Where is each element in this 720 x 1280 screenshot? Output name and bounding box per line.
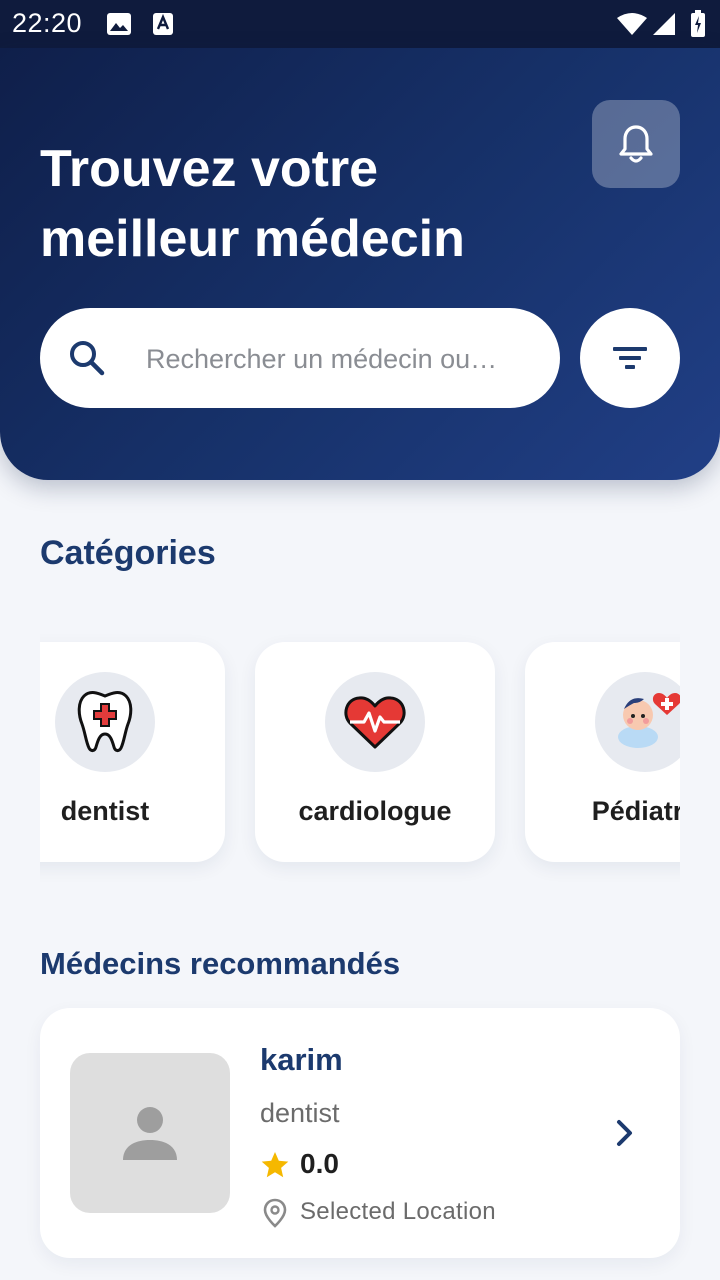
notifications-button[interactable] <box>592 100 680 188</box>
category-label: cardiologue <box>298 796 452 826</box>
bell-icon <box>619 125 653 163</box>
doctor-card[interactable]: karim dentist 0.0 Selected Location <box>40 1008 680 1258</box>
category-icon-circle <box>55 672 155 772</box>
filter-button[interactable] <box>580 308 680 408</box>
doctor-specialty: dentist <box>260 1098 340 1128</box>
chevron-right-icon[interactable] <box>612 1118 636 1148</box>
search-bar[interactable] <box>40 308 560 408</box>
category-label: dentist <box>60 796 150 826</box>
a-icon <box>153 13 173 35</box>
status-bar: 22:20 <box>0 0 720 48</box>
status-time: 22:20 <box>12 8 83 38</box>
category-label: Pédiatre <box>591 796 680 826</box>
person-icon <box>123 1107 177 1160</box>
title-line-1: Trouvez votre <box>40 140 379 198</box>
doctor-name: karim <box>260 1042 343 1077</box>
categories-carousel[interactable]: dentist cardiologue Pédiatre <box>40 612 680 902</box>
search-input[interactable] <box>144 334 528 384</box>
avatar <box>70 1053 230 1213</box>
category-icon-circle <box>325 672 425 772</box>
filter-icon <box>613 347 647 369</box>
heart-icon <box>344 696 406 749</box>
image-icon <box>107 13 131 35</box>
signal-icon <box>653 13 675 35</box>
category-card-cardiologue[interactable]: cardiologue <box>255 642 495 862</box>
category-icon-circle <box>595 672 680 772</box>
title-line-2: meilleur médecin <box>40 210 465 268</box>
baby-icon <box>618 693 680 748</box>
doctor-rating: 0.0 <box>300 1148 339 1179</box>
recommended-title: Médecins recommandés <box>40 946 401 981</box>
header: Trouvez votre meilleur médecin <box>0 48 720 480</box>
location-pin-icon <box>263 1198 287 1228</box>
category-card-pediatre[interactable]: Pédiatre <box>525 642 680 862</box>
star-icon <box>261 1152 289 1178</box>
categories-title: Catégories <box>40 534 216 572</box>
tooth-icon <box>77 691 133 752</box>
battery-icon <box>691 10 705 37</box>
category-card-dentist[interactable]: dentist <box>40 642 225 862</box>
search-icon <box>70 341 105 376</box>
doctor-location: Selected Location <box>300 1198 496 1225</box>
wifi-icon <box>617 13 647 35</box>
page-title: Trouvez votre meilleur médecin <box>40 134 560 274</box>
